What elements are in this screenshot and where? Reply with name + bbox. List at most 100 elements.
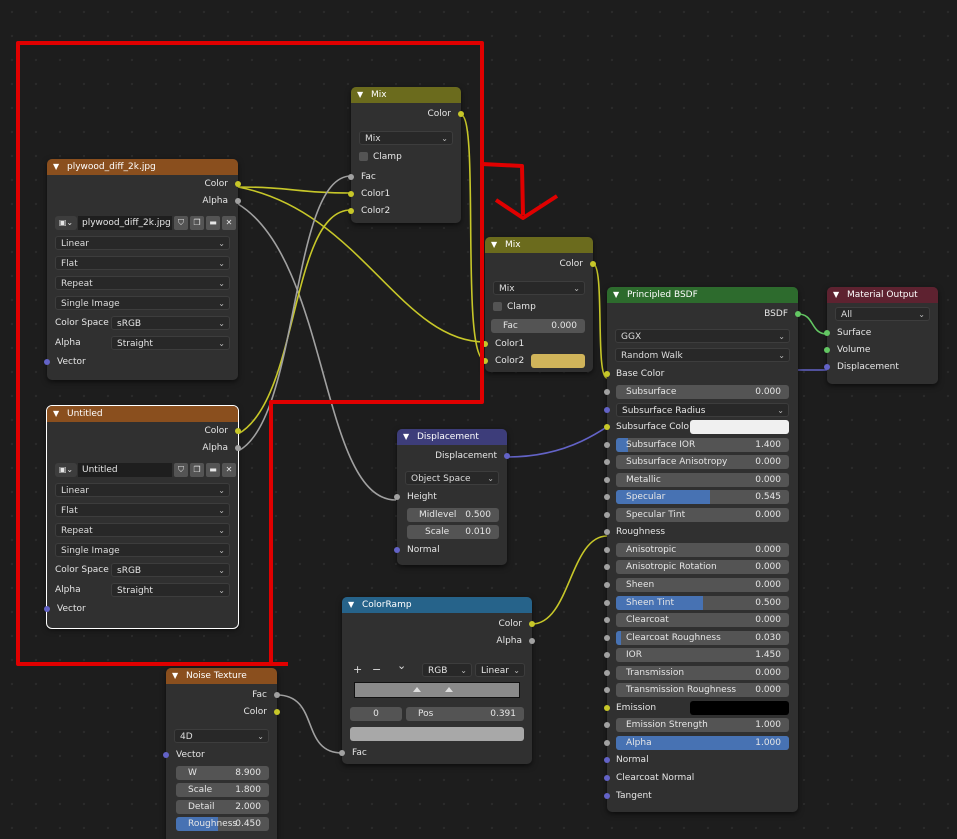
- detail-field[interactable]: Detail 2.000: [176, 800, 269, 814]
- fake-user-shield-icon[interactable]: ⛉: [174, 463, 188, 477]
- node-header[interactable]: ▼ Noise Texture: [166, 668, 277, 684]
- socket-fac-input[interactable]: [339, 750, 345, 756]
- collapse-chevron-icon[interactable]: ▼: [172, 668, 178, 684]
- socket-normal-input[interactable]: [394, 547, 400, 553]
- socket-vector-input[interactable]: [44, 606, 50, 612]
- socket-transmission-input[interactable]: [604, 669, 610, 676]
- socket-color-output[interactable]: [458, 111, 464, 117]
- subsurface-field[interactable]: Subsurface 0.000: [616, 385, 789, 399]
- image-texture-node-untitled[interactable]: ▼ Untitled Color Alpha ▣⌄ Untitled ⛉ ❐ ▬ …: [44, 405, 241, 629]
- socket-subsurface-color-input[interactable]: [604, 424, 610, 431]
- socket-color-output[interactable]: [529, 621, 535, 627]
- gradient-bar[interactable]: [354, 682, 520, 698]
- collapse-chevron-icon[interactable]: ▼: [348, 597, 354, 613]
- node-header[interactable]: ▼ plywood_diff_2k.jpg: [47, 159, 238, 175]
- anisotropic-rotation-field[interactable]: Anisotropic Rotation 0.000: [616, 560, 789, 575]
- socket-color1-input[interactable]: [348, 191, 354, 197]
- specular-tint-field[interactable]: Specular Tint 0.000: [616, 507, 789, 522]
- metallic-field[interactable]: Metallic 0.000: [616, 472, 789, 487]
- mix-node-2[interactable]: ▼ Mix Color Mix ⌄ Clamp Fac 0.000 Color1 Co…: [482, 237, 596, 372]
- socket-color2-input[interactable]: [348, 208, 354, 214]
- source-dropdown[interactable]: Single Image ⌄: [55, 296, 230, 310]
- colorramp-node[interactable]: ▼ ColorRamp Color Alpha + − ⌄ RGB ⌄ Linear…: [339, 597, 535, 764]
- node-header[interactable]: ▼ Material Output: [827, 287, 938, 303]
- socket-emission-input[interactable]: [604, 704, 610, 711]
- socket-clearcoat-roughness-input[interactable]: [604, 634, 610, 641]
- subsurface-color-color-swatch[interactable]: [690, 420, 789, 435]
- subsurface-method-dropdown[interactable]: Random Walk ⌄: [615, 348, 790, 362]
- checkbox-box[interactable]: [359, 152, 368, 161]
- collapse-chevron-icon[interactable]: ▼: [53, 159, 59, 175]
- transmission-roughness-field[interactable]: Transmission Roughness 0.000: [616, 683, 789, 698]
- close-icon[interactable]: ✕: [222, 216, 236, 230]
- socket-clearcoat-normal-input[interactable]: [604, 775, 610, 782]
- socket-normal-input[interactable]: [604, 757, 610, 764]
- clearcoat-roughness-field[interactable]: Clearcoat Roughness 0.030: [616, 630, 789, 645]
- fac-slider[interactable]: Fac 0.000: [491, 319, 585, 333]
- node-header[interactable]: ▼ Principled BSDF: [607, 287, 798, 303]
- socket-clearcoat-input[interactable]: [604, 617, 610, 624]
- color2-swatch[interactable]: [531, 354, 585, 368]
- node-header[interactable]: ▼ Displacement: [397, 429, 507, 445]
- socket-volume-input[interactable]: [824, 347, 830, 353]
- target-dropdown[interactable]: All ⌄: [835, 307, 930, 321]
- duplicate-icon[interactable]: ❐: [190, 216, 204, 230]
- open-folder-icon[interactable]: ▬: [206, 216, 220, 230]
- displacement-node[interactable]: ▼ Displacement Displacement Object Space ⌄…: [394, 429, 510, 565]
- source-dropdown[interactable]: Single Image ⌄: [55, 543, 230, 557]
- socket-specular-tint-input[interactable]: [604, 511, 610, 518]
- roughness-slider[interactable]: Roughness 0.450: [176, 817, 269, 831]
- socket-subsurface-input[interactable]: [604, 389, 610, 395]
- socket-anisotropic-rotation-input[interactable]: [604, 564, 610, 571]
- blend-type-dropdown[interactable]: Mix ⌄: [359, 131, 453, 145]
- add-stop-button[interactable]: +: [353, 663, 362, 676]
- specular-field[interactable]: Specular 0.545: [616, 490, 789, 505]
- socket-fac-input[interactable]: [348, 174, 354, 180]
- socket-fac-output[interactable]: [274, 692, 280, 698]
- socket-roughness-input[interactable]: [604, 529, 610, 536]
- collapse-chevron-icon[interactable]: ▼: [491, 237, 497, 253]
- duplicate-icon[interactable]: ❐: [190, 463, 204, 477]
- socket-vector-input[interactable]: [44, 359, 50, 365]
- subsurface-radius-dropdown[interactable]: Subsurface Radius ⌄: [616, 402, 789, 417]
- node-header[interactable]: ▼ Mix: [485, 237, 593, 253]
- scale-field[interactable]: Scale 0.010: [407, 525, 499, 539]
- socket-alpha-output[interactable]: [235, 198, 241, 204]
- mix-node-1[interactable]: ▼ Mix Color Mix ⌄ Clamp Fac Color1 Color2: [348, 87, 464, 223]
- dimensions-dropdown[interactable]: 4D ⌄: [174, 729, 269, 743]
- sheen-field[interactable]: Sheen 0.000: [616, 578, 789, 593]
- image-browse-icon[interactable]: ▣⌄: [55, 216, 77, 230]
- socket-subsurface-ior-input[interactable]: [604, 441, 610, 448]
- blend-type-dropdown[interactable]: Mix ⌄: [493, 281, 585, 295]
- collapse-chevron-icon[interactable]: ▼: [53, 406, 59, 422]
- collapse-chevron-icon[interactable]: ▼: [613, 287, 619, 303]
- sheen-tint-field[interactable]: Sheen Tint 0.500: [616, 595, 789, 610]
- socket-metallic-input[interactable]: [604, 476, 610, 483]
- socket-transmission-roughness-input[interactable]: [604, 687, 610, 694]
- socket-color1-input[interactable]: [482, 341, 488, 347]
- colorspace-dropdown[interactable]: sRGB ⌄: [111, 316, 230, 330]
- socket-color-output[interactable]: [590, 261, 596, 267]
- w-field[interactable]: W 8.900: [176, 766, 269, 780]
- socket-color-output[interactable]: [235, 181, 241, 187]
- socket-sheen-tint-input[interactable]: [604, 599, 610, 606]
- extension-dropdown[interactable]: Repeat ⌄: [55, 523, 230, 537]
- clearcoat-field[interactable]: Clearcoat 0.000: [616, 613, 789, 628]
- socket-ior-input[interactable]: [604, 652, 610, 659]
- color-mode-dropdown[interactable]: RGB ⌄: [422, 663, 472, 677]
- socket-subsurface-anisotropy-input[interactable]: [604, 459, 610, 466]
- node-header[interactable]: ▼ Mix: [351, 87, 461, 103]
- close-icon[interactable]: ✕: [222, 463, 236, 477]
- open-folder-icon[interactable]: ▬: [206, 463, 220, 477]
- transmission-field[interactable]: Transmission 0.000: [616, 665, 789, 680]
- colorspace-dropdown[interactable]: sRGB ⌄: [111, 563, 230, 577]
- socket-emission-strength-input[interactable]: [604, 722, 610, 729]
- subsurface-anisotropy-field[interactable]: Subsurface Anisotropy 0.000: [616, 455, 789, 470]
- socket-color-output[interactable]: [235, 428, 241, 434]
- stop-position-field[interactable]: Pos 0.391: [406, 707, 524, 721]
- stop-color-swatch[interactable]: [350, 727, 524, 741]
- principled-bsdf-node[interactable]: ▼ Principled BSDF BSDF GGX ⌄ Random Walk ⌄ …: [604, 287, 801, 812]
- anisotropic-field[interactable]: Anisotropic 0.000: [616, 542, 789, 557]
- clamp-checkbox[interactable]: Clamp: [351, 148, 461, 166]
- socket-height-input[interactable]: [394, 494, 400, 500]
